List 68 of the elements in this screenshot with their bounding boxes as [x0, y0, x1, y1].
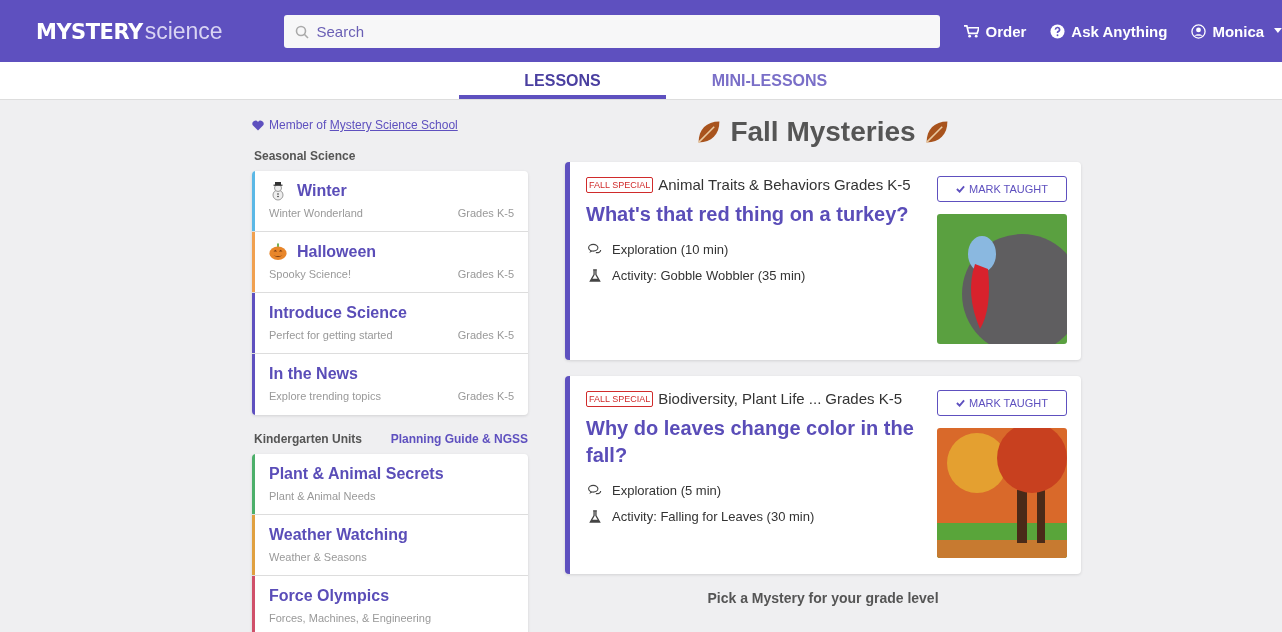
step-text: Activity: Gobble Wobbler (35 min)	[612, 268, 806, 283]
check-icon	[955, 185, 965, 193]
page-title: Fall Mysteries	[730, 116, 916, 148]
nav-link[interactable]: Order	[964, 22, 1027, 40]
unit-item[interactable]: Winter Winter Wonderland Grades K-5	[252, 171, 528, 232]
lesson-title[interactable]: Why do leaves change color in the fall?	[586, 415, 937, 469]
unit-item[interactable]: Halloween Spooky Science! Grades K-5	[252, 232, 528, 293]
lesson-title[interactable]: What's that red thing on a turkey?	[586, 201, 937, 228]
leaf-icon	[923, 119, 950, 145]
speech-bubbles-icon	[588, 484, 602, 497]
help-icon	[1050, 23, 1066, 39]
step-text: Activity: Falling for Leaves (30 min)	[612, 509, 815, 524]
step-text: Exploration (10 min)	[612, 242, 729, 257]
membership-text: Member of Mystery Science School	[269, 118, 458, 132]
school-link[interactable]: Mystery Science School	[329, 118, 458, 132]
unit-subtitle: Spooky Science!	[269, 268, 351, 280]
mark-taught-button[interactable]: MARK TAUGHT	[937, 390, 1067, 416]
tab[interactable]: MINI-LESSONS	[666, 62, 873, 99]
heart-icon	[252, 119, 264, 131]
cart-icon	[964, 23, 980, 39]
unit-title: Introduce Science	[269, 304, 407, 322]
unit-title: Plant & Animal Secrets	[269, 465, 444, 483]
unit-item[interactable]: In the News Explore trending topics Grades K-5	[252, 354, 528, 415]
unit-item[interactable]: Weather Watching Weather & Seasons	[252, 515, 528, 576]
section-title: Seasonal Science	[254, 149, 356, 163]
grade-range: Grades K-5	[457, 207, 514, 219]
unit-subtitle: Plant & Animal Needs	[269, 490, 376, 502]
unit-title: Winter	[297, 182, 347, 200]
nav-link[interactable]: Ask Anything	[1050, 22, 1168, 40]
snowman-icon	[269, 181, 287, 201]
unit-item[interactable]: Introduce Science Perfect for getting started Grades K-5	[252, 293, 528, 354]
pumpkin-icon	[269, 242, 287, 262]
grade-range: Grades K-5	[457, 329, 514, 341]
user-icon	[1191, 23, 1207, 39]
unit-item[interactable]: Plant & Animal Secrets Plant & Animal Needs	[252, 454, 528, 515]
search-icon	[295, 24, 310, 39]
unit-title: Force Olympics	[269, 587, 390, 605]
grade-range: Grades K-5	[825, 390, 903, 407]
subject-label: Biodiversity, Plant Life ...	[658, 390, 822, 407]
mark-taught-button[interactable]: MARK TAUGHT	[937, 176, 1067, 202]
tab[interactable]: LESSONS	[459, 62, 666, 99]
unit-subtitle: Winter Wonderland	[269, 207, 363, 219]
speech-bubbles-icon	[588, 243, 602, 256]
subject-label: Animal Traits & Behaviors	[658, 176, 830, 193]
tag: FALL SPECIAL	[586, 390, 654, 407]
section-title: Kindergarten Units	[254, 432, 362, 446]
unit-title: Halloween	[297, 243, 377, 261]
flask-icon	[588, 510, 602, 523]
check-icon	[955, 399, 965, 407]
tag: FALL SPECIAL	[586, 176, 654, 193]
planning-guide-link[interactable]: Planning Guide & NGSS	[390, 432, 528, 446]
unit-subtitle: Perfect for getting started	[269, 329, 393, 341]
flask-icon	[588, 269, 602, 282]
unit-subtitle: Weather & Seasons	[269, 551, 367, 563]
section-heading: Pick a Mystery for your grade level	[706, 590, 940, 606]
unit-title: Weather Watching	[269, 526, 408, 544]
logo[interactable]: MYSTERYscience	[36, 17, 285, 45]
unit-subtitle: Explore trending topics	[269, 390, 381, 402]
step-text: Exploration (5 min)	[612, 483, 722, 498]
grade-range: Grades K-5	[457, 268, 514, 280]
search-field[interactable]: Search	[284, 14, 941, 48]
grade-range: Grades K-5	[457, 390, 514, 402]
unit-subtitle: Forces, Machines, & Engineering	[269, 612, 432, 624]
grade-range: Grades K-5	[833, 176, 911, 193]
nav-link[interactable]: Monica	[1191, 22, 1265, 40]
unit-item[interactable]: Force Olympics Forces, Machines, & Engineering	[252, 576, 528, 632]
caret-icon	[1274, 28, 1282, 34]
unit-title: In the News	[269, 365, 358, 383]
